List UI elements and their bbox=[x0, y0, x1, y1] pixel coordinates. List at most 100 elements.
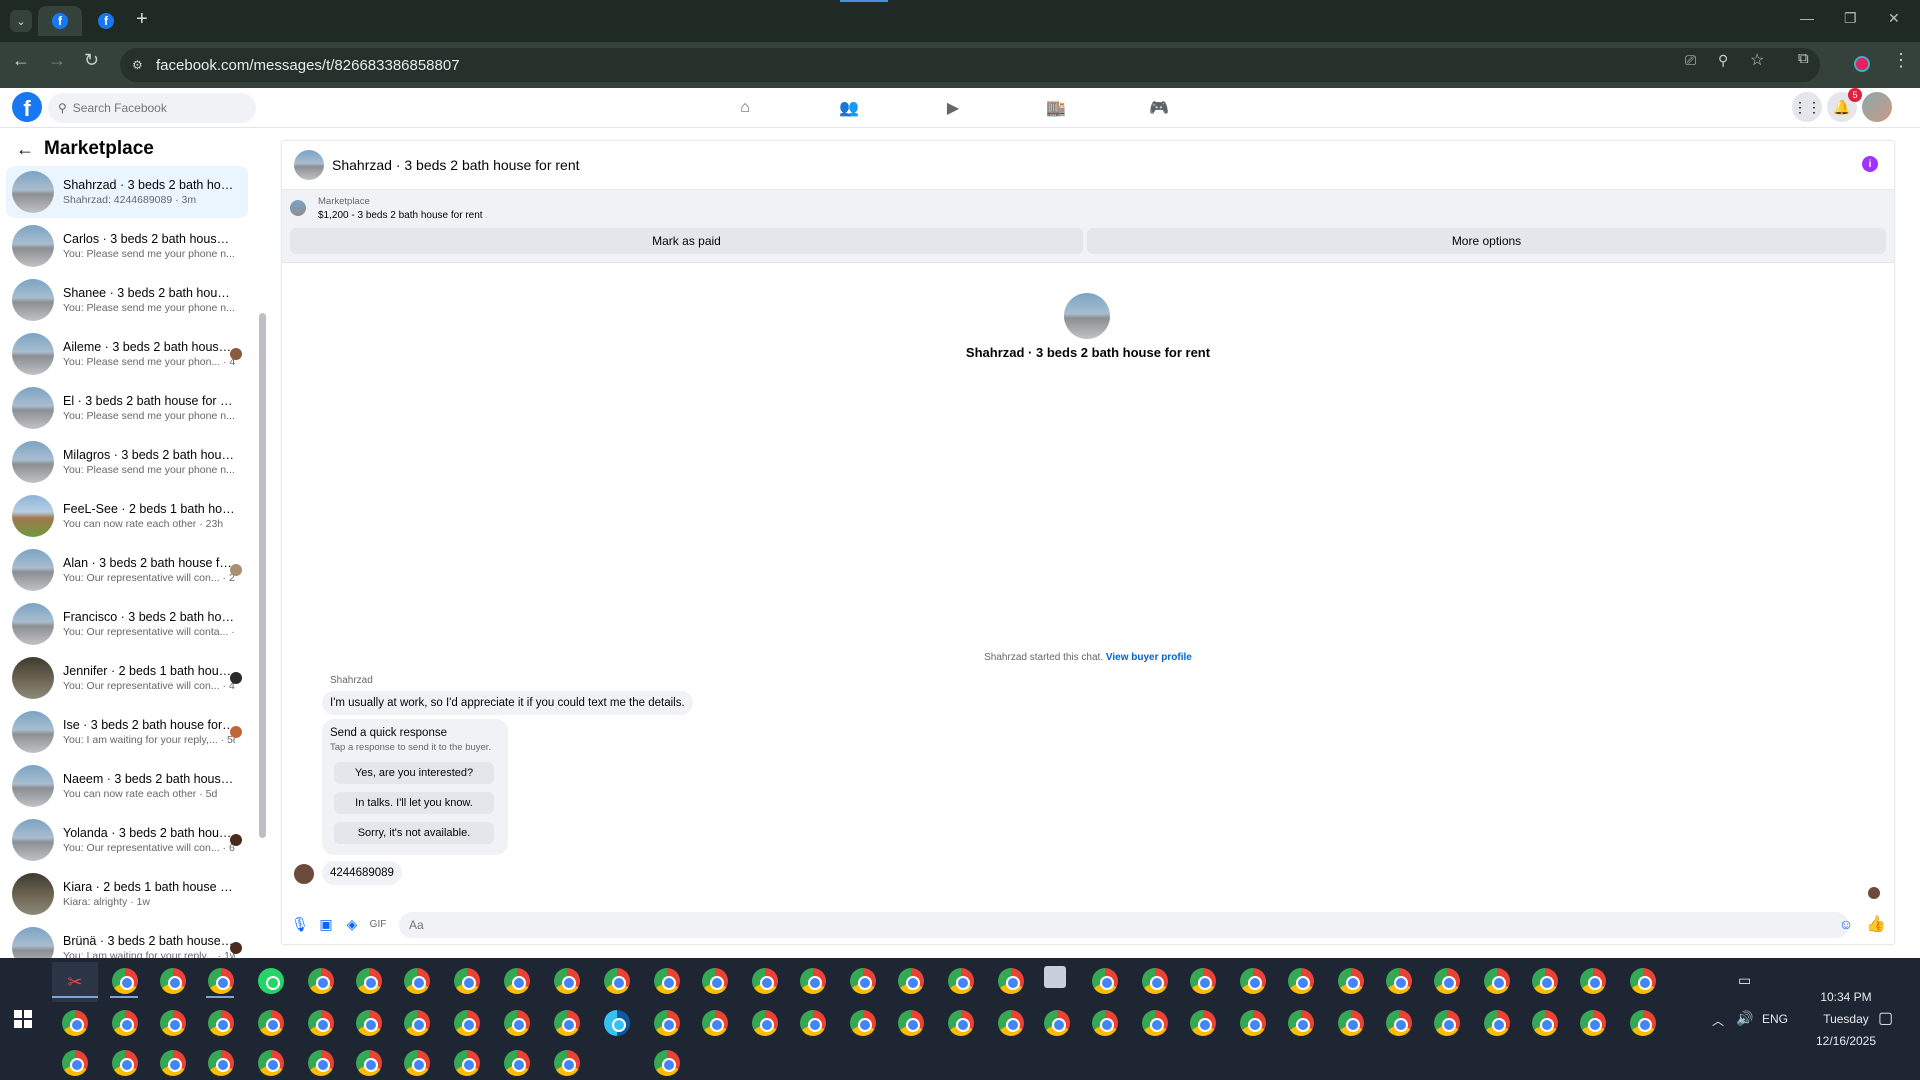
chrome-taskbar-icon[interactable] bbox=[654, 1050, 680, 1076]
chrome-taskbar-icon[interactable] bbox=[800, 1010, 826, 1036]
chrome-taskbar-icon[interactable] bbox=[898, 968, 924, 994]
conversation-item[interactable]: Alan · 3 beds 2 bath house fo... You: Our… bbox=[6, 544, 248, 596]
chrome-taskbar-icon[interactable] bbox=[356, 968, 382, 994]
extensions-icon[interactable]: ⧉ bbox=[1798, 50, 1809, 67]
chrome-taskbar-icon[interactable] bbox=[554, 1010, 580, 1036]
info-icon[interactable]: i bbox=[1862, 156, 1878, 172]
chrome-taskbar-icon[interactable] bbox=[752, 1010, 778, 1036]
mark-as-paid-button[interactable]: Mark as paid bbox=[290, 228, 1083, 254]
chrome-taskbar-icon[interactable] bbox=[258, 1010, 284, 1036]
quick-response-not-available-button[interactable]: Sorry, it's not available. bbox=[334, 822, 494, 844]
browser-menu-icon[interactable]: ⋮ bbox=[1892, 50, 1910, 71]
chrome-taskbar-icon[interactable] bbox=[1580, 1010, 1606, 1036]
photo-icon[interactable]: ▣ bbox=[318, 916, 334, 932]
chrome-taskbar-icon[interactable] bbox=[948, 968, 974, 994]
site-info-icon[interactable]: ⚙ bbox=[132, 58, 143, 72]
conversation-item[interactable]: Naeem · 3 beds 2 bath house f... You can … bbox=[6, 760, 248, 812]
tray-chevron-icon[interactable]: ︿ bbox=[1712, 1012, 1724, 1029]
listing-thumbnail[interactable] bbox=[294, 150, 324, 180]
clock-day[interactable]: Tuesday bbox=[1806, 1012, 1886, 1026]
back-icon[interactable]: ← bbox=[12, 50, 30, 71]
chrome-taskbar-icon[interactable] bbox=[654, 968, 680, 994]
chrome-taskbar-icon[interactable] bbox=[504, 1050, 530, 1076]
chrome-taskbar-icon[interactable] bbox=[1434, 968, 1460, 994]
search-input[interactable] bbox=[72, 101, 233, 115]
install-app-icon[interactable]: ⎚ bbox=[1685, 52, 1696, 69]
chrome-taskbar-icon[interactable] bbox=[1092, 968, 1118, 994]
sender-avatar[interactable] bbox=[294, 864, 314, 884]
conversation-item[interactable]: Aileme · 3 beds 2 bath house... You: Plea… bbox=[6, 328, 248, 380]
chrome-taskbar-icon[interactable] bbox=[1190, 968, 1216, 994]
chrome-taskbar-icon[interactable] bbox=[208, 968, 234, 994]
edge-taskbar-icon[interactable] bbox=[604, 1010, 630, 1036]
bookmark-star-icon[interactable]: ☆ bbox=[1750, 50, 1764, 70]
gif-icon[interactable]: GIF bbox=[370, 916, 387, 932]
marketplace-icon[interactable]: 🏬 bbox=[1044, 98, 1068, 118]
message-input[interactable] bbox=[399, 912, 1849, 938]
sticker-icon[interactable]: ◈ bbox=[344, 916, 360, 932]
conversation-item[interactable]: Ise · 3 beds 2 bath house for ... You: I … bbox=[6, 706, 248, 758]
chrome-taskbar-icon[interactable] bbox=[258, 1050, 284, 1076]
chrome-taskbar-icon[interactable] bbox=[454, 968, 480, 994]
chrome-taskbar-icon[interactable] bbox=[702, 968, 728, 994]
chrome-taskbar-icon[interactable] bbox=[62, 1050, 88, 1076]
chrome-taskbar-icon[interactable] bbox=[112, 1010, 138, 1036]
conversation-item[interactable]: El · 3 beds 2 bath house for rent You: Pl… bbox=[6, 382, 248, 434]
gaming-icon[interactable]: 🎮 bbox=[1147, 98, 1171, 118]
chrome-taskbar-icon[interactable] bbox=[1288, 1010, 1314, 1036]
home-icon[interactable]: ⌂ bbox=[733, 98, 757, 118]
chrome-taskbar-icon[interactable] bbox=[702, 1010, 728, 1036]
chrome-taskbar-icon[interactable] bbox=[404, 1050, 430, 1076]
chrome-taskbar-icon[interactable] bbox=[654, 1010, 680, 1036]
chrome-taskbar-icon[interactable] bbox=[554, 968, 580, 994]
search-box[interactable]: ⚲ bbox=[48, 93, 256, 123]
project-display-icon[interactable]: ▭ bbox=[1738, 972, 1751, 989]
chrome-taskbar-icon[interactable] bbox=[898, 1010, 924, 1036]
conversation-item[interactable]: Shahrzad · 3 beds 2 bath house... Shahrza… bbox=[6, 166, 248, 218]
conversation-item[interactable]: Jennifer · 2 beds 1 bath hous... You: Our… bbox=[6, 652, 248, 704]
chrome-taskbar-icon[interactable] bbox=[404, 968, 430, 994]
chrome-taskbar-icon[interactable] bbox=[160, 968, 186, 994]
chrome-taskbar-icon[interactable] bbox=[1386, 1010, 1412, 1036]
chrome-taskbar-icon[interactable] bbox=[850, 968, 876, 994]
chrome-taskbar-icon[interactable] bbox=[1386, 968, 1412, 994]
chrome-taskbar-icon[interactable] bbox=[752, 968, 778, 994]
chrome-taskbar-icon[interactable] bbox=[1338, 1010, 1364, 1036]
minimize-button[interactable]: — bbox=[1800, 10, 1814, 26]
chrome-taskbar-icon[interactable] bbox=[1240, 1010, 1266, 1036]
chrome-taskbar-icon[interactable] bbox=[308, 1010, 334, 1036]
chrome-taskbar-icon[interactable] bbox=[1484, 968, 1510, 994]
quick-response-yes-button[interactable]: Yes, are you interested? bbox=[334, 762, 494, 784]
chrome-taskbar-icon[interactable] bbox=[1434, 1010, 1460, 1036]
chrome-taskbar-icon[interactable] bbox=[112, 968, 138, 994]
conversation-item[interactable]: Brünä · 3 beds 2 bath house f... You: I a… bbox=[6, 922, 248, 958]
chrome-taskbar-icon[interactable] bbox=[112, 1050, 138, 1076]
chrome-taskbar-icon[interactable] bbox=[554, 1050, 580, 1076]
listing-mini-thumbnail[interactable] bbox=[290, 200, 306, 216]
notification-center-icon[interactable]: ▢ bbox=[1878, 1008, 1893, 1028]
clock-date[interactable]: 12/16/2025 bbox=[1806, 1034, 1886, 1048]
chrome-taskbar-icon[interactable] bbox=[1532, 1010, 1558, 1036]
chat-title[interactable]: Shahrzad · 3 beds 2 bath house for rent bbox=[332, 157, 580, 173]
chrome-taskbar-icon[interactable] bbox=[308, 968, 334, 994]
clock-time[interactable]: 10:34 PM bbox=[1806, 990, 1886, 1004]
chrome-taskbar-icon[interactable] bbox=[1580, 968, 1606, 994]
chrome-taskbar-icon[interactable] bbox=[1190, 1010, 1216, 1036]
chrome-taskbar-icon[interactable] bbox=[454, 1010, 480, 1036]
chrome-taskbar-icon[interactable] bbox=[356, 1010, 382, 1036]
chrome-taskbar-icon[interactable] bbox=[800, 968, 826, 994]
chrome-taskbar-icon[interactable] bbox=[998, 1010, 1024, 1036]
chrome-taskbar-icon[interactable] bbox=[1338, 968, 1364, 994]
emoji-icon[interactable]: ☺ bbox=[1838, 916, 1854, 932]
chrome-taskbar-icon[interactable] bbox=[454, 1050, 480, 1076]
chrome-taskbar-icon[interactable] bbox=[504, 968, 530, 994]
chrome-taskbar-icon[interactable] bbox=[1142, 1010, 1168, 1036]
chrome-taskbar-icon[interactable] bbox=[948, 1010, 974, 1036]
forward-icon[interactable]: → bbox=[48, 50, 66, 71]
address-bar[interactable]: ⚙ facebook.com/messages/t/82668338685880… bbox=[120, 48, 1820, 82]
tab-search-button[interactable]: ⌄ bbox=[10, 10, 32, 32]
chrome-taskbar-icon[interactable] bbox=[356, 1050, 382, 1076]
chrome-taskbar-icon[interactable] bbox=[998, 968, 1024, 994]
listing-price-title[interactable]: $1,200 - 3 beds 2 bath house for rent bbox=[318, 210, 483, 221]
chrome-taskbar-icon[interactable] bbox=[504, 1010, 530, 1036]
